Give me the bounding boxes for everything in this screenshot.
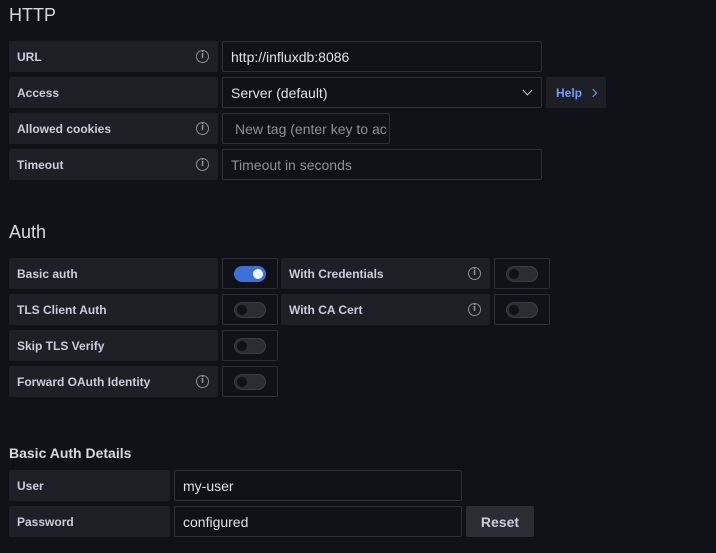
toggle-knob	[253, 268, 263, 279]
access-select-value: Server (default)	[231, 84, 328, 101]
info-circle-icon[interactable]: i	[468, 303, 481, 316]
basic-auth-label: Basic auth	[9, 258, 218, 289]
with-credentials-toggle[interactable]	[506, 265, 538, 282]
user-input[interactable]: my-user	[174, 470, 462, 501]
access-label: Access	[9, 77, 218, 108]
with-ca-cert-toggle-box	[494, 294, 550, 325]
timeout-label-text: Timeout	[17, 157, 64, 172]
url-label-text: URL	[17, 49, 42, 64]
with-credentials-label: With Credentials i	[281, 258, 490, 289]
toggle-knob	[237, 304, 247, 315]
tls-client-auth-toggle-box	[222, 294, 278, 325]
help-button[interactable]: Help	[546, 77, 606, 108]
forward-oauth-toggle[interactable]	[234, 373, 266, 390]
info-circle-icon[interactable]: i	[196, 122, 209, 135]
url-label: URL i	[9, 41, 218, 72]
toggle-knob	[509, 268, 519, 279]
tls-client-auth-label: TLS Client Auth	[9, 294, 218, 325]
info-circle-icon[interactable]: i	[196, 50, 209, 63]
timeout-input[interactable]: Timeout in seconds	[222, 149, 542, 180]
auth-section-title: Auth	[9, 222, 47, 242]
with-credentials-toggle-box	[494, 258, 550, 289]
help-button-label: Help	[555, 85, 582, 100]
with-ca-cert-label: With CA Cert i	[281, 294, 490, 325]
skip-tls-verify-label: Skip TLS Verify	[9, 330, 218, 361]
toggle-knob	[237, 376, 247, 387]
allowed-cookies-label: Allowed cookies i	[9, 113, 218, 144]
skip-tls-verify-label-text: Skip TLS Verify	[17, 338, 105, 353]
password-input[interactable]: configured	[174, 506, 462, 537]
timeout-label: Timeout i	[9, 149, 218, 180]
toggle-knob	[509, 304, 519, 315]
forward-oauth-label-text: Forward OAuth Identity	[17, 374, 151, 389]
chevron-right-icon	[588, 88, 598, 97]
url-input[interactable]: http://influxdb:8086	[222, 41, 542, 72]
skip-tls-verify-toggle[interactable]	[234, 337, 266, 354]
chevron-down-icon	[522, 85, 533, 96]
basic-auth-toggle-box	[222, 258, 278, 289]
info-circle-icon[interactable]: i	[196, 158, 209, 171]
allowed-cookies-input[interactable]: New tag (enter key to ac	[222, 113, 390, 144]
reset-button[interactable]: Reset	[466, 506, 534, 537]
http-section-title: HTTP	[9, 5, 56, 25]
forward-oauth-toggle-box	[222, 366, 278, 397]
password-label: Password	[9, 506, 170, 537]
with-ca-cert-toggle[interactable]	[506, 301, 538, 318]
user-label: User	[9, 470, 170, 501]
allowed-cookies-label-text: Allowed cookies	[17, 121, 112, 136]
password-label-text: Password	[17, 514, 74, 529]
info-circle-icon[interactable]: i	[468, 267, 481, 280]
skip-tls-verify-toggle-box	[222, 330, 278, 361]
tls-client-auth-label-text: TLS Client Auth	[17, 302, 107, 317]
basic-auth-toggle[interactable]	[234, 265, 266, 282]
info-circle-icon[interactable]: i	[196, 375, 209, 388]
with-ca-cert-label-text: With CA Cert	[289, 302, 363, 317]
toggle-knob	[237, 340, 247, 351]
user-label-text: User	[17, 478, 44, 493]
with-credentials-label-text: With Credentials	[289, 266, 384, 281]
tls-client-auth-toggle[interactable]	[234, 301, 266, 318]
access-label-text: Access	[17, 85, 60, 100]
forward-oauth-label: Forward OAuth Identity i	[9, 366, 218, 397]
basic-auth-details-title: Basic Auth Details	[9, 445, 132, 461]
basic-auth-label-text: Basic auth	[17, 266, 78, 281]
access-select[interactable]: Server (default)	[222, 77, 542, 108]
